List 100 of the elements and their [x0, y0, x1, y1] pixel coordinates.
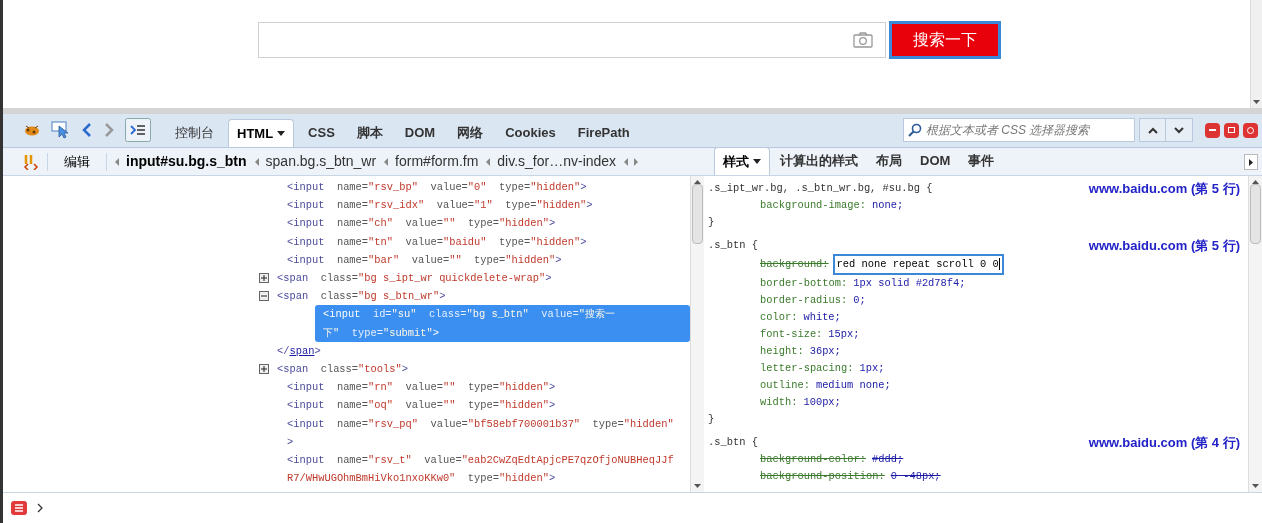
css-value[interactable]: 100px; — [803, 394, 841, 411]
css-value[interactable]: 0; — [853, 292, 866, 309]
css-value[interactable]: 0 -48px; — [890, 468, 941, 485]
css-property[interactable]: outline: — [760, 377, 810, 394]
attribute-value: "0" — [467, 181, 487, 193]
css-property[interactable]: background: — [760, 256, 829, 273]
css-property[interactable]: letter-spacing: — [760, 360, 854, 377]
css-scrollbar[interactable] — [1248, 176, 1262, 492]
css-value[interactable]: medium none; — [815, 377, 891, 394]
markup-icon[interactable] — [23, 153, 39, 170]
panel-tab[interactable]: CSS — [300, 119, 343, 147]
expand-icon[interactable] — [259, 273, 269, 283]
css-value[interactable]: white; — [803, 309, 841, 326]
collapse-icon[interactable] — [259, 291, 269, 302]
panel-tab[interactable]: FirePath — [569, 119, 638, 147]
attribute-name: type= — [466, 381, 500, 394]
source-link[interactable]: www.baidu.com (第 4 行) — [1088, 434, 1240, 451]
edit-button[interactable]: 编辑 — [56, 151, 98, 172]
css-property[interactable]: border-bottom: — [760, 275, 848, 292]
scroll-arrows-icon[interactable] — [624, 157, 639, 166]
attribute-name: name= — [335, 235, 369, 248]
breadcrumb-link[interactable]: input#su.bg.s_btn — [126, 151, 247, 172]
scroll-down-icon[interactable] — [1252, 484, 1259, 488]
search-field[interactable] — [258, 22, 886, 58]
scroll-down-icon[interactable] — [1253, 100, 1260, 104]
attribute-name: value= — [540, 308, 579, 321]
css-value[interactable]: 36px; — [809, 343, 841, 360]
attribute-value: R7/WHwUGOhmBmHiVko1nxoKKw0" — [287, 472, 456, 485]
chevron-down-icon — [1174, 126, 1184, 134]
attribute-value: "su" — [391, 308, 417, 321]
tag-text: > — [287, 435, 294, 448]
css-property[interactable]: height: — [760, 343, 804, 360]
attribute-name: type= — [466, 399, 500, 412]
bug-icon[interactable] — [23, 123, 41, 137]
chevron-icon — [254, 157, 260, 166]
panel-tab[interactable]: 布局 — [868, 147, 910, 175]
attribute-value: "rsv_idx" — [368, 199, 425, 212]
panel-tab[interactable]: DOM — [912, 147, 959, 175]
search-button[interactable]: 搜索一下 — [889, 21, 1001, 59]
console-icon[interactable] — [11, 501, 27, 515]
chevron-icon — [115, 157, 120, 166]
panel-tab[interactable]: 网络 — [449, 119, 492, 147]
css-value[interactable]: 15px; — [828, 326, 860, 343]
css-property[interactable]: width: — [760, 394, 798, 411]
source-link[interactable]: www.baidu.com (第 5 行) — [1088, 180, 1240, 197]
css-property[interactable]: background-position: — [760, 468, 885, 485]
css-property[interactable]: border-radius: — [760, 292, 848, 309]
css-property[interactable]: font-size: — [760, 326, 823, 343]
attribute-value: "hidden" — [505, 253, 556, 266]
value-input-field[interactable]: red none repeat scroll 0 0 — [832, 254, 1004, 275]
chevron-right-icon[interactable] — [37, 503, 43, 513]
attribute-name: value= — [404, 235, 443, 248]
inspect-cursor-icon[interactable] — [51, 121, 71, 139]
css-selector: .s_ipt_wr.bg, .s_btn_wr.bg, #su.bg { — [708, 181, 933, 196]
panel-tab[interactable]: 计算出的样式 — [772, 147, 866, 175]
attribute-name: name= — [335, 253, 369, 266]
css-property[interactable]: background-image: — [760, 197, 866, 214]
more-tabs-button[interactable] — [1244, 154, 1258, 170]
css-value[interactable]: #ddd; — [872, 451, 904, 468]
attribute-name: value= — [435, 199, 475, 212]
panel-tab[interactable]: 样式 — [714, 147, 770, 175]
panel-tab[interactable]: DOM — [396, 119, 444, 147]
attribute-name: name= — [335, 381, 369, 394]
breadcrumb-link[interactable]: span.bg.s_btn_wr — [265, 151, 377, 172]
attribute-value: "bar" — [368, 253, 400, 266]
panel-tab[interactable]: 控制台 — [167, 119, 222, 147]
panel-tab[interactable]: 事件 — [960, 147, 1003, 175]
attribute-value: "hidden" — [536, 199, 587, 212]
attribute-name: type= — [498, 235, 531, 248]
html-scrollbar[interactable] — [690, 176, 704, 492]
breadcrumb-link[interactable]: div.s_for…nv-index — [497, 151, 617, 172]
css-value[interactable]: none; — [872, 197, 904, 214]
attribute-value: "rsv_bp" — [368, 181, 418, 193]
panel-tab[interactable]: HTML — [228, 119, 295, 147]
attribute-value: "bg s_btn_wr" — [358, 290, 440, 303]
tag-text: <input — [287, 381, 325, 394]
minimize-button[interactable] — [1205, 122, 1220, 138]
close-button[interactable] — [1243, 122, 1258, 138]
panel-tab[interactable]: 脚本 — [348, 119, 391, 147]
page-scrollbar[interactable] — [1250, 0, 1262, 108]
source-link[interactable]: www.baidu.com (第 5 行) — [1088, 237, 1240, 254]
scrollbar-thumb[interactable] — [692, 184, 703, 244]
css-property[interactable]: color: — [760, 309, 798, 326]
css-value[interactable]: 1px; — [859, 360, 885, 377]
attribute-value: "oq" — [368, 399, 394, 412]
expand-icon[interactable] — [259, 364, 269, 375]
scroll-down-icon[interactable] — [694, 484, 701, 488]
restore-button[interactable] — [1224, 122, 1239, 138]
tag-text: > — [580, 181, 587, 193]
back-icon[interactable] — [81, 122, 93, 138]
attribute-value: "tn" — [368, 235, 394, 248]
camera-icon[interactable] — [853, 32, 873, 48]
scrollbar-thumb[interactable] — [1250, 184, 1261, 244]
css-value[interactable]: 1px solid #2d78f4; — [853, 275, 966, 292]
panel-tab[interactable]: Cookies — [497, 119, 564, 147]
css-selector: .s_btn { — [708, 435, 758, 450]
breadcrumb-link[interactable]: form#form.fm — [395, 151, 479, 172]
css-property[interactable]: background-color: — [760, 451, 866, 468]
attribute-value: "eab2CwZqEdtApjcPE7qzOfjoNUBHeqJJf — [461, 454, 674, 467]
search-field[interactable]: 根据文本或者 CSS 选择器搜索 — [903, 118, 1135, 142]
